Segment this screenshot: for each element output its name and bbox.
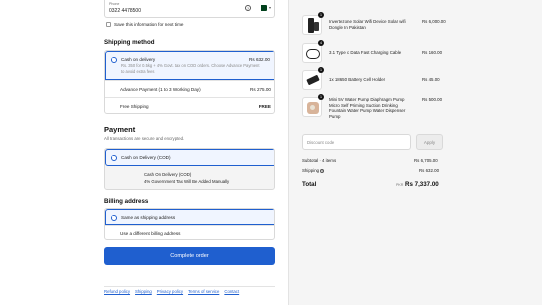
subtotal-label: Subtotal · 4 items — [302, 158, 337, 163]
item-price: Rs 500.00 — [422, 97, 443, 102]
payment-details-line1: Cash On Delivery (COD) — [144, 172, 192, 177]
payment-title: Payment — [104, 125, 136, 134]
complete-order-button[interactable]: Complete order — [104, 247, 275, 265]
shipping-option-advance[interactable]: Advance Payment (1 to 3 Working Day) Rs … — [105, 80, 274, 97]
battery-holder-icon — [306, 74, 320, 86]
shipping-option-name: Cash on delivery — [121, 57, 156, 62]
checkout-form: Phone 0322 4478500 ? ▾ Save this informa… — [0, 0, 288, 305]
item-price: Rs 6,000.00 — [422, 19, 446, 24]
save-info-checkbox[interactable] — [106, 22, 111, 27]
summary-item: 1 Mini 5V Water Pump Diaphragm Pump Micr… — [302, 94, 443, 125]
footer-links: Refund policy Shipping Privacy policy Te… — [104, 286, 275, 294]
shipping-option-price: FREE — [258, 104, 271, 109]
billing-address-title: Billing address — [104, 198, 149, 205]
payment-option-label: Cash on Delivery (COD) — [121, 155, 171, 160]
apply-discount-button[interactable]: Apply — [416, 134, 443, 150]
product-thumbnail — [302, 15, 322, 35]
shipping-value: Rs 632.00 — [419, 168, 440, 173]
product-thumbnail — [302, 43, 322, 63]
shipping-radio-cod[interactable] — [111, 57, 117, 63]
cable-icon — [306, 49, 320, 59]
billing-options: Same as shipping address Use a different… — [104, 208, 275, 240]
shipping-option-name: Advance Payment (1 to 3 Working Day) — [120, 87, 201, 92]
quantity-badge: 1 — [318, 67, 324, 73]
subtotal-value: Rs 6,705.00 — [414, 158, 438, 163]
billing-option-different[interactable]: Use a different billing address — [105, 225, 274, 239]
shipping-option-price: Rs 632.00 — [249, 57, 270, 62]
shipping-option-description: Rs. 350 for 0.5kg + 4% Govt. tax on COD … — [121, 63, 260, 74]
save-info-label: Save this information for next time — [114, 22, 184, 27]
summary-item: 1 Invertezone Solar Wifi Device Solar wi… — [302, 12, 446, 37]
item-name: Invertezone Solar Wifi Device Solar wifi… — [329, 19, 406, 30]
product-thumbnail — [302, 70, 322, 90]
item-name: 1x 18650 Battery Cell Holder — [329, 77, 386, 82]
item-name: 3.1 Type c Data Fast Charging Cable — [329, 50, 402, 55]
refund-policy-link[interactable]: Refund policy — [104, 289, 130, 294]
pakistan-flag-icon[interactable] — [258, 5, 267, 11]
billing-radio-same[interactable] — [111, 214, 117, 221]
quantity-badge: 1 — [318, 12, 324, 18]
water-pump-icon — [310, 105, 315, 110]
billing-option-same[interactable]: Same as shipping address — [105, 209, 274, 225]
shipping-label-row: Shipping? — [302, 168, 325, 173]
total-value: Rs 7,337.00 — [405, 181, 439, 188]
contact-link[interactable]: Contact — [224, 289, 239, 294]
save-info-row[interactable]: Save this information for next time — [106, 22, 183, 27]
shipping-option-free[interactable]: Free Shipping FREE — [105, 97, 274, 113]
help-icon[interactable]: ? — [245, 5, 251, 11]
summary-item: 1 1x 18650 Battery Cell Holder Rs 45.00 — [302, 67, 442, 92]
summary-item: 4 3.1 Type c Data Fast Charging Cable Rs… — [302, 40, 443, 65]
solar-device-icon — [314, 22, 319, 31]
chevron-down-icon[interactable]: ▾ — [269, 5, 271, 10]
total-currency: PKR — [396, 183, 404, 187]
item-price: Rs 160.00 — [422, 50, 443, 55]
shipping-option-price: Rs 275.00 — [250, 87, 271, 92]
item-price: Rs 45.00 — [422, 77, 440, 82]
quantity-badge: 1 — [318, 94, 324, 100]
terms-of-service-link[interactable]: Terms of service — [188, 289, 219, 294]
payment-details-line2: 4% Government Tax Will Be Added Manually — [144, 179, 230, 184]
phone-field[interactable]: Phone 0322 4478500 ? ▾ — [104, 0, 275, 18]
product-thumbnail — [302, 97, 322, 117]
order-summary: 1 Invertezone Solar Wifi Device Solar wi… — [288, 0, 542, 305]
quantity-badge: 4 — [318, 40, 324, 46]
discount-code-input[interactable]: Discount code — [302, 134, 411, 150]
shipping-option-cod[interactable]: Cash on delivery Rs. 350 for 0.5kg + 4% … — [105, 51, 274, 80]
payment-methods: Cash on Delivery (COD) Cash On Delivery … — [104, 148, 275, 190]
shipping-link[interactable]: Shipping — [135, 289, 152, 294]
payment-option-cod[interactable]: Cash on Delivery (COD) — [105, 149, 274, 166]
phone-label: Phone — [109, 2, 120, 6]
shipping-option-name: Free Shipping — [120, 104, 149, 109]
discount-code-placeholder: Discount code — [307, 140, 335, 145]
privacy-policy-link[interactable]: Privacy policy — [157, 289, 183, 294]
billing-option-label: Use a different billing address — [120, 231, 181, 236]
payment-subtitle: All transactions are secure and encrypte… — [104, 136, 185, 141]
shipping-method-title: Shipping method — [104, 39, 155, 46]
payment-radio-cod[interactable] — [111, 154, 117, 161]
phone-value[interactable]: 0322 4478500 — [109, 8, 141, 14]
total-label: Total — [302, 181, 317, 188]
info-icon[interactable]: ? — [320, 168, 325, 173]
shipping-options: Cash on delivery Rs. 350 for 0.5kg + 4% … — [104, 50, 275, 114]
item-name: Mini 5V Water Pump Diaphragm Pump Micro … — [329, 97, 406, 119]
billing-option-label: Same as shipping address — [121, 215, 176, 220]
shipping-label: Shipping — [302, 168, 320, 173]
